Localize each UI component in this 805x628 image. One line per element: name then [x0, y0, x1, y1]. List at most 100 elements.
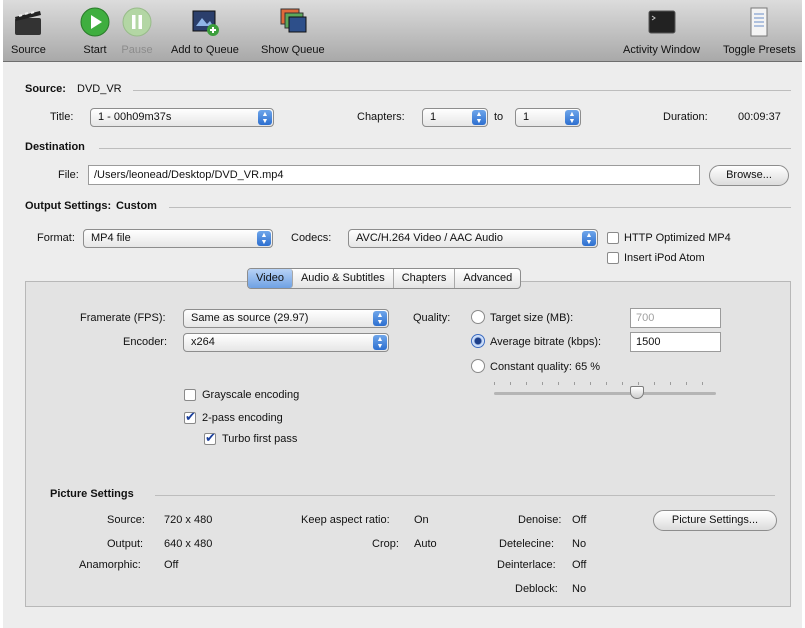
title-popup-value: 1 - 00h09m37s: [98, 111, 172, 123]
picture-source-label: Source:: [107, 514, 145, 526]
constant-quality-radio[interactable]: [471, 359, 485, 373]
average-bitrate-field[interactable]: 1500: [630, 332, 721, 352]
popup-arrows-icon: ▲ ▼: [582, 231, 596, 246]
toggle-presets-button[interactable]: Toggle Presets: [723, 6, 796, 56]
source-divider: [133, 90, 791, 91]
target-size-field[interactable]: 700: [630, 308, 721, 328]
average-bitrate-label: Average bitrate (kbps):: [490, 336, 602, 348]
title-popup[interactable]: 1 - 00h09m37s ▲ ▼: [90, 108, 274, 127]
average-bitrate-radio[interactable]: [471, 334, 485, 348]
show-queue-icon: [277, 6, 309, 38]
pause-button[interactable]: Pause: [121, 6, 153, 56]
deinterlace-label: Deinterlace:: [497, 559, 556, 571]
framerate-popup[interactable]: Same as source (29.97) ▲ ▼: [183, 309, 389, 328]
output-preset-name: Custom: [116, 200, 157, 212]
add-to-queue-icon: [189, 6, 221, 38]
ipod-atom-label: Insert iPod Atom: [624, 252, 705, 264]
source-name: DVD_VR: [77, 83, 122, 95]
two-pass-checkbox[interactable]: [184, 409, 196, 425]
show-queue-label: Show Queue: [261, 44, 325, 56]
format-value: MP4 file: [91, 232, 131, 244]
target-size-radio[interactable]: [471, 310, 485, 324]
tab-audio-subtitles[interactable]: Audio & Subtitles: [293, 269, 394, 288]
format-popup[interactable]: MP4 file ▲ ▼: [83, 229, 273, 248]
tab-video[interactable]: Video: [248, 269, 293, 288]
source-toolbar-button[interactable]: Source: [11, 6, 46, 56]
start-label: Start: [83, 44, 107, 56]
detelecine-label: Detelecine:: [499, 538, 555, 550]
http-optimized-checkbox[interactable]: [607, 232, 619, 244]
file-label: File:: [58, 169, 79, 181]
terminal-icon: [646, 6, 678, 38]
encoder-popup[interactable]: x264 ▲ ▼: [183, 333, 389, 352]
chapters-to-label: to: [494, 111, 504, 123]
activity-window-button[interactable]: Activity Window: [623, 6, 700, 56]
deinterlace-value: Off: [572, 559, 587, 571]
framerate-value: Same as source (29.97): [191, 312, 309, 324]
tab-chapters[interactable]: Chapters: [394, 269, 456, 288]
crop-value: Auto: [414, 538, 437, 550]
popup-arrows-icon: ▲ ▼: [373, 335, 387, 350]
keep-aspect-value: On: [414, 514, 429, 526]
two-pass-label: 2-pass encoding: [202, 412, 283, 424]
file-path-field[interactable]: /Users/leonead/Desktop/DVD_VR.mp4: [88, 165, 700, 185]
framerate-label: Framerate (FPS):: [80, 312, 166, 324]
destination-divider: [99, 148, 791, 149]
turbo-first-pass-label: Turbo first pass: [222, 433, 298, 445]
picture-output-label: Output:: [107, 538, 144, 550]
picture-settings-divider: [155, 495, 775, 496]
duration-label: Duration:: [663, 111, 708, 123]
quality-label: Quality:: [413, 312, 451, 324]
quality-slider-track[interactable]: [494, 392, 716, 395]
add-to-queue-button[interactable]: Add to Queue: [171, 6, 239, 56]
picture-settings-heading: Picture Settings: [50, 488, 134, 500]
clapperboard-icon: [12, 6, 44, 38]
popup-arrows-icon: ▲ ▼: [258, 110, 272, 125]
average-bitrate-value: 1500: [636, 336, 661, 348]
title-label: Title:: [50, 111, 74, 123]
anamorphic-value: Off: [164, 559, 179, 571]
chapters-start-popup[interactable]: 1 ▲ ▼: [422, 108, 488, 127]
show-queue-button[interactable]: Show Queue: [261, 6, 325, 56]
ipod-atom-checkbox[interactable]: [607, 252, 619, 264]
codecs-value: AVC/H.264 Video / AAC Audio: [356, 232, 503, 244]
deblock-value: No: [572, 583, 587, 595]
presets-drawer-icon: [743, 6, 775, 38]
duration-value: 00:09:37: [738, 111, 781, 123]
add-to-queue-label: Add to Queue: [171, 44, 239, 56]
toolbar: Source Start Pause Add to Queue Show Que…: [3, 0, 802, 62]
chapters-end-popup[interactable]: 1 ▲ ▼: [515, 108, 581, 127]
chapters-end-value: 1: [523, 111, 530, 123]
output-divider: [169, 207, 791, 208]
codecs-popup[interactable]: AVC/H.264 Video / AAC Audio ▲ ▼: [348, 229, 598, 248]
start-button[interactable]: Start: [79, 6, 111, 56]
destination-heading: Destination: [25, 141, 85, 153]
popup-arrows-icon: ▲ ▼: [257, 231, 271, 246]
toggle-presets-label: Toggle Presets: [723, 44, 796, 56]
target-size-label: Target size (MB):: [490, 312, 574, 324]
encoder-label: Encoder:: [123, 336, 168, 348]
keep-aspect-label: Keep aspect ratio:: [301, 514, 390, 526]
pause-icon: [121, 6, 153, 38]
anamorphic-label: Anamorphic:: [79, 559, 141, 571]
picture-settings-button[interactable]: Picture Settings...: [653, 510, 777, 531]
encoder-value: x264: [191, 336, 215, 348]
tab-advanced[interactable]: Advanced: [455, 269, 520, 288]
target-size-value: 700: [636, 312, 655, 324]
turbo-first-pass-checkbox[interactable]: [204, 430, 216, 446]
format-label: Format:: [37, 232, 75, 244]
main-panel: Source: DVD_VR Title: 1 - 00h09m37s ▲ ▼ C…: [3, 62, 802, 628]
http-optimized-label: HTTP Optimized MP4: [624, 232, 731, 244]
output-settings-heading: Output Settings:: [25, 200, 112, 212]
play-icon: [79, 6, 111, 38]
browse-button[interactable]: Browse...: [709, 165, 789, 186]
codecs-label: Codecs:: [291, 232, 332, 244]
settings-tabs: Video Audio & Subtitles Chapters Advance…: [247, 268, 522, 289]
denoise-value: Off: [572, 514, 587, 526]
grayscale-checkbox[interactable]: [184, 389, 196, 401]
popup-arrows-icon: ▲ ▼: [373, 311, 387, 326]
pause-label: Pause: [121, 44, 153, 56]
picture-settings-button-label: Picture Settings...: [671, 514, 759, 526]
picture-output-value: 640 x 480: [164, 538, 213, 550]
chapters-label: Chapters:: [357, 111, 405, 123]
